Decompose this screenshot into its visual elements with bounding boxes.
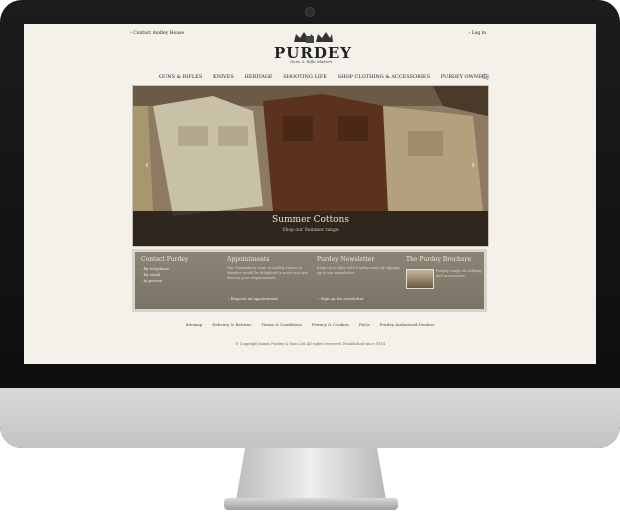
hero-banner[interactable]: ‹ › Summer Cottons Shop our Summer range	[132, 85, 489, 247]
log-in-link[interactable]: › Log in	[468, 31, 486, 36]
info-panel: Contact Purdey › By telephone › By email…	[132, 249, 487, 312]
footer-privacy-link[interactable]: Privacy & Cookies	[312, 322, 349, 327]
copyright-text: © Copyright James Purdey & Sons Ltd All …	[234, 342, 386, 346]
contact-in-person-link[interactable]: › In person	[141, 278, 226, 284]
monitor-chin	[0, 388, 620, 448]
nav-guns-rifles[interactable]: GUNS & RIFLES	[159, 74, 202, 82]
hero-title: Summer Cottons	[272, 215, 349, 225]
main-nav: GUNS & RIFLES KNIVES HERITAGE SHOOTING L…	[159, 74, 489, 82]
hero-subtitle-link[interactable]: Shop our Summer range	[133, 228, 488, 233]
nav-knives[interactable]: KNIVES	[213, 74, 234, 82]
hero-next-arrow[interactable]: ›	[471, 160, 475, 171]
newsletter-column: Purdey Newsletter Keep up to date with P…	[317, 256, 402, 276]
appointments-text: Our Gunmakers team at Audley House in Ma…	[227, 266, 308, 280]
camera-icon	[305, 7, 315, 17]
search-icon[interactable]	[481, 73, 489, 81]
brochure-text: Purdey range of clothing and accessories	[436, 269, 482, 278]
footer-delivery-link[interactable]: Delivery & Returns	[212, 322, 251, 327]
hero-prev-arrow[interactable]: ‹	[145, 160, 149, 171]
request-appointment-link[interactable]: › Request an appointment	[228, 296, 278, 301]
nav-heritage[interactable]: HERITAGE	[244, 74, 272, 82]
brochure-image[interactable]	[406, 269, 434, 289]
brochure-column: The Purdey Brochure Purdey range of clot…	[406, 256, 486, 289]
brand-tagline: Guns & Rifle Makers	[289, 59, 333, 64]
footer-dealers-link[interactable]: Purdey Authorised Dealers	[380, 322, 435, 327]
newsletter-signup-link[interactable]: › Sign up for newsletter	[318, 296, 364, 301]
brochure-title: The Purdey Brochure	[406, 256, 472, 263]
newsletter-title: Purdey Newsletter	[317, 256, 375, 263]
contact-title: Contact Purdey	[141, 256, 189, 263]
monitor-stand-foot	[224, 498, 398, 510]
footer-terms-link[interactable]: Terms & Conditions	[261, 322, 301, 327]
nav-shop-clothing[interactable]: SHOP CLOTHING & ACCESSORIES	[338, 74, 430, 82]
newsletter-text: Keep up to date with Purdey news by sign…	[317, 266, 400, 275]
appointments-title: Appointments	[227, 256, 270, 263]
appointments-column: Appointments Our Gunmakers team at Audle…	[227, 256, 312, 281]
nav-shooting-life[interactable]: SHOOTING LIFE	[283, 74, 327, 82]
monitor-stand	[236, 448, 386, 500]
footer-links: Sitemap Delivery & Returns Terms & Condi…	[24, 322, 596, 327]
contact-column: Contact Purdey › By telephone › By email…	[141, 256, 226, 284]
browser-screen: › Contact Audley House › Log in PURDEY G…	[24, 24, 596, 364]
crest-icon	[294, 32, 333, 43]
footer-sitemap-link[interactable]: Sitemap	[186, 322, 203, 327]
contact-audley-house-link[interactable]: › Contact Audley House	[130, 31, 184, 36]
footer-faqs-link[interactable]: FAQs	[359, 322, 370, 327]
imac-monitor: › Contact Audley House › Log in PURDEY G…	[0, 0, 620, 448]
